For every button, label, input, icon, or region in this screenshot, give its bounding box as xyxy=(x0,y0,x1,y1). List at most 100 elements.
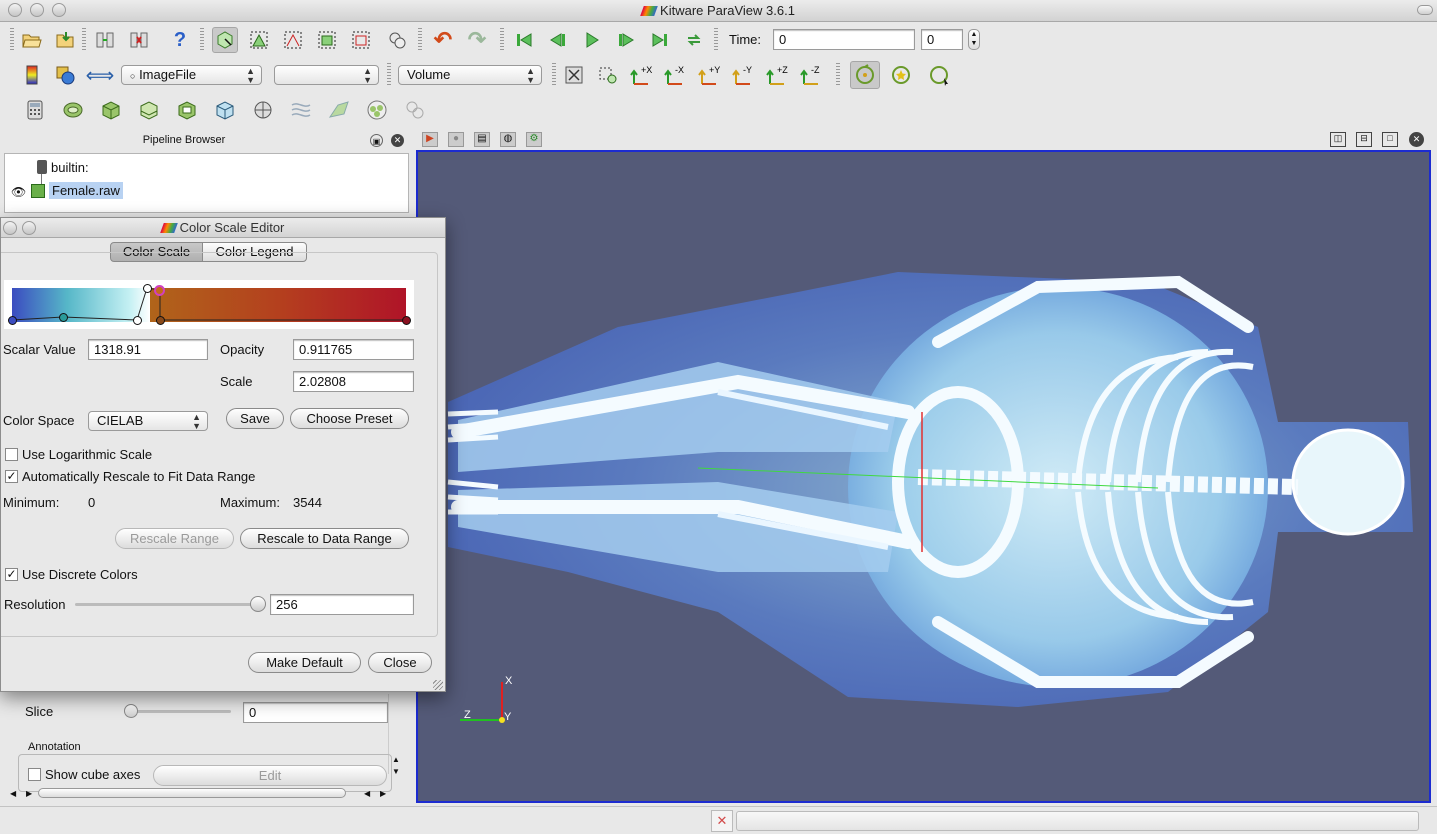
slice-slider-track[interactable] xyxy=(129,710,231,713)
abort-icon[interactable]: ✕ xyxy=(711,810,733,832)
split-vertical-icon[interactable]: ⊟ xyxy=(1356,132,1372,147)
scalar-value-field[interactable]: 1318.91 xyxy=(88,339,208,360)
color-node-7[interactable] xyxy=(402,316,411,325)
extract-level-icon[interactable] xyxy=(402,97,428,123)
capture-screenshot-icon[interactable]: ▶ xyxy=(422,132,438,147)
representation-combo[interactable]: Volume ▲ ▼ xyxy=(398,65,542,85)
first-frame-icon[interactable] xyxy=(511,27,537,53)
select-cells-on-icon[interactable] xyxy=(246,27,272,53)
settings-icon[interactable]: ⚙ xyxy=(526,132,542,147)
stream-tracer-icon[interactable] xyxy=(288,97,314,123)
toolbar-grip[interactable] xyxy=(82,28,86,52)
rescale-to-data-range-button[interactable]: Rescale to Data Range xyxy=(240,528,409,549)
horizontal-scrollbar[interactable]: ◀ ▶ ◀ ▶ xyxy=(6,787,390,801)
toolbar-grip[interactable] xyxy=(714,28,718,52)
disconnect-server-icon[interactable] xyxy=(126,27,152,53)
render-view-3d[interactable]: X Z Y xyxy=(416,150,1431,803)
close-button[interactable]: Close xyxy=(368,652,432,673)
view-direction-minus-z-icon[interactable]: -Z xyxy=(799,62,825,88)
interact-mode-icon[interactable] xyxy=(212,27,238,53)
zoom-to-box-icon[interactable] xyxy=(595,62,621,88)
minimize-window-button[interactable] xyxy=(30,3,44,17)
toolbar-grip[interactable] xyxy=(200,28,204,52)
rescale-range-icon[interactable]: ⟺ xyxy=(86,62,115,88)
color-space-combo[interactable]: CIELAB ▲ ▼ xyxy=(88,411,208,431)
pipeline-item-builtin[interactable]: builtin: xyxy=(51,160,89,175)
next-frame-icon[interactable] xyxy=(613,27,639,53)
redo-icon[interactable]: ↷ xyxy=(464,27,490,53)
select-cells-through-icon[interactable] xyxy=(314,27,340,53)
time-index-stepper[interactable]: ▲ ▼ xyxy=(968,29,980,50)
select-points-on-icon[interactable] xyxy=(280,27,306,53)
slice-icon[interactable] xyxy=(136,97,162,123)
contour-icon[interactable] xyxy=(60,97,86,123)
previous-frame-icon[interactable] xyxy=(545,27,571,53)
color-node-4[interactable] xyxy=(143,284,152,293)
view-direction-plus-z-icon[interactable]: +Z xyxy=(765,62,791,88)
resolution-slider-track[interactable] xyxy=(75,603,261,606)
warp-by-vector-icon[interactable] xyxy=(326,97,352,123)
color-node-1[interactable] xyxy=(8,316,17,325)
use-log-scale-checkbox[interactable] xyxy=(5,448,18,461)
scroll-right-icon[interactable]: ▶ xyxy=(26,789,32,798)
open-file-icon[interactable] xyxy=(19,27,45,53)
color-node-2[interactable] xyxy=(59,313,68,322)
camera-icon[interactable]: ◍ xyxy=(500,132,516,147)
color-node-3[interactable] xyxy=(133,316,142,325)
close-view-icon[interactable]: ✕ xyxy=(1409,132,1424,147)
reset-camera-icon[interactable] xyxy=(561,62,587,88)
toolbar-grip[interactable] xyxy=(552,63,556,87)
scroll-thumb[interactable] xyxy=(38,788,346,798)
edit-color-map-icon[interactable] xyxy=(53,62,79,88)
play-icon[interactable] xyxy=(579,27,605,53)
pick-center-icon[interactable] xyxy=(926,62,952,88)
discrete-colors-checkbox[interactable]: ✓ xyxy=(5,568,18,581)
undo-icon[interactable]: ↶ xyxy=(430,27,456,53)
color-node-6[interactable] xyxy=(156,316,165,325)
dialog-close-button[interactable] xyxy=(3,221,17,235)
dialog-minimize-button[interactable] xyxy=(22,221,36,235)
group-datasets-icon[interactable] xyxy=(364,97,390,123)
show-center-icon[interactable] xyxy=(850,61,880,89)
clip-icon[interactable] xyxy=(98,97,124,123)
view-direction-minus-y-icon[interactable]: -Y xyxy=(731,62,757,88)
save-button[interactable]: Save xyxy=(226,408,284,429)
spreadsheet-icon[interactable]: ▤ xyxy=(474,132,490,147)
auto-rescale-checkbox[interactable]: ✓ xyxy=(5,470,18,483)
source-array-combo[interactable]: ○ ImageFile ▲ ▼ xyxy=(121,65,262,85)
close-window-button[interactable] xyxy=(8,3,22,17)
help-icon[interactable]: ? xyxy=(167,27,193,53)
toolbar-toggle-button[interactable] xyxy=(1417,5,1433,15)
zoom-window-button[interactable] xyxy=(52,3,66,17)
maximize-view-icon[interactable]: □ xyxy=(1382,132,1398,147)
select-block-icon[interactable] xyxy=(384,27,410,53)
resolution-slider-handle[interactable] xyxy=(250,596,266,612)
resolution-field[interactable]: 256 xyxy=(270,594,414,615)
make-default-button[interactable]: Make Default xyxy=(248,652,361,673)
toolbar-grip[interactable] xyxy=(387,63,391,87)
component-combo[interactable]: ▲ ▼ xyxy=(274,65,379,85)
glyph-icon[interactable] xyxy=(250,97,276,123)
pipeline-item-female-raw[interactable]: Female.raw xyxy=(49,182,123,199)
select-points-through-icon[interactable] xyxy=(348,27,374,53)
undock-panel-icon[interactable]: ▣ xyxy=(370,134,383,147)
time-value-field[interactable]: 0 xyxy=(773,29,915,50)
toolbar-grip[interactable] xyxy=(500,28,504,52)
choose-preset-button[interactable]: Choose Preset xyxy=(290,408,409,429)
calculator-icon[interactable] xyxy=(22,97,48,123)
connect-server-icon[interactable] xyxy=(92,27,118,53)
scroll-left-icon[interactable]: ◀ xyxy=(10,789,16,798)
split-horizontal-icon[interactable]: ◫ xyxy=(1330,132,1346,147)
lookmark-icon[interactable]: ● xyxy=(448,132,464,147)
resize-grip-icon[interactable] xyxy=(433,680,443,690)
close-panel-icon[interactable]: ✕ xyxy=(391,134,404,147)
view-direction-plus-x-icon[interactable]: +X xyxy=(629,62,655,88)
color-node-selected[interactable] xyxy=(154,285,165,296)
slice-value-field[interactable]: 0 xyxy=(243,702,388,723)
color-function-editor[interactable] xyxy=(4,280,414,329)
scroll-right-icon[interactable]: ▶ xyxy=(380,789,386,798)
toolbar-grip[interactable] xyxy=(418,28,422,52)
view-direction-minus-x-icon[interactable]: -X xyxy=(663,62,689,88)
show-cube-axes-checkbox[interactable] xyxy=(28,768,41,781)
loop-icon[interactable] xyxy=(681,27,707,53)
